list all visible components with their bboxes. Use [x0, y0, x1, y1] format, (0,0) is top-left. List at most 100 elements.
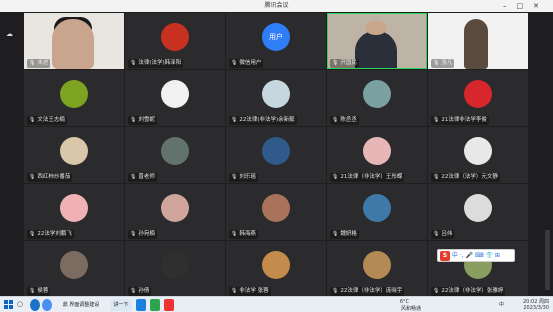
video-feed-person: [52, 19, 94, 69]
participant-tile[interactable]: 🎙 陈丞丞: [327, 70, 427, 126]
participant-tile[interactable]: 🎙 未进: [24, 13, 124, 69]
avatar: [464, 80, 492, 108]
participant-name-label: 吕伟: [441, 231, 453, 237]
avatar: [464, 194, 492, 222]
participant-name: 🎙 22法律（非法学）庞晓宇: [330, 287, 405, 296]
participant-name: 🎙 侯蓉: [27, 287, 51, 296]
participant-name-label: 22法律(非法学)余新懿: [239, 117, 295, 123]
taskbar-app-1[interactable]: 鼎 界面调整建设: [54, 299, 108, 311]
participant-name-label: 21法律非法学李俊: [441, 117, 487, 123]
participant-name-label: 韩海燕: [239, 231, 256, 237]
minimize-button[interactable]: –: [503, 2, 517, 10]
window-controls: –□✕: [503, 0, 549, 12]
participant-name-label: 22法律（非法学）庞晓宇: [340, 288, 403, 294]
participant-tile[interactable]: 🎙 张凡: [428, 13, 528, 69]
microphone-icon: 🎙: [231, 117, 238, 123]
participant-tile[interactable]: 🎙 22法学刘鹏飞: [24, 184, 124, 240]
wps-icon[interactable]: [164, 299, 174, 311]
avatar: [363, 80, 391, 108]
participant-tile[interactable]: 🎙 刘乐瑶: [226, 127, 326, 183]
microphone-icon: 🎙: [29, 174, 36, 180]
avatar: [262, 194, 290, 222]
participant-name-label: 刘雪妮: [138, 117, 155, 123]
avatar: [161, 251, 189, 279]
participant-tile[interactable]: 🎙 吕伟: [428, 184, 528, 240]
participant-tile[interactable]: 🎙 非法学 张蓉: [226, 241, 326, 297]
avatar: [363, 194, 391, 222]
ime-toolbar[interactable]: S 中 ·, 🎤 ⌨ 👕 ⊞: [437, 249, 515, 262]
participant-name: 🎙 21法律非法学李俊: [431, 116, 489, 125]
video-feed-person: [464, 19, 488, 69]
participant-tile[interactable]: 🎙 法律(法学)韩泽阳: [125, 13, 225, 69]
microphone-icon: 🎙: [231, 231, 238, 237]
participant-name-label: 法律(法学)韩泽阳: [138, 60, 182, 66]
close-button[interactable]: ✕: [533, 2, 549, 10]
participant-tile[interactable]: 🎙 开国民: [327, 13, 427, 69]
taskbar-app-2[interactable]: 讲一下: [110, 299, 132, 311]
participant-name: 🎙 22法学刘鹏飞: [27, 230, 74, 239]
windows-start-icon[interactable]: [4, 300, 13, 309]
participant-name-label: 西红柿炒番茄: [37, 174, 71, 180]
microphone-icon: 🎙: [29, 231, 36, 237]
avatar: [60, 194, 88, 222]
participant-tile[interactable]: 用户 🎙 微信用户: [226, 13, 326, 69]
participant-name: 🎙 文法王志楠: [27, 116, 67, 125]
participant-name: 🎙 孙宛楠: [128, 230, 157, 239]
participant-name-label: 刘乐瑶: [239, 174, 256, 180]
participant-name: 🎙 魏妍格: [330, 230, 359, 239]
microphone-icon: 🎙: [332, 117, 339, 123]
microphone-icon: 🎙: [29, 117, 36, 123]
participant-tile[interactable]: 🎙 魏妍格: [327, 184, 427, 240]
maximize-button[interactable]: □: [517, 2, 534, 10]
participant-tile[interactable]: 🎙 21法律（非法学）王彤蝶: [327, 127, 427, 183]
participant-tile[interactable]: 🎙 孙倩: [125, 241, 225, 297]
microphone-icon: 🎙: [332, 231, 339, 237]
participant-tile[interactable]: 🎙 21法律非法学李俊: [428, 70, 528, 126]
search-icon[interactable]: ○: [17, 300, 23, 308]
avatar: [60, 137, 88, 165]
weather-desc: 风和畅通: [400, 306, 421, 312]
microphone-icon: 🎙: [433, 117, 440, 123]
participant-name-label: 孙倩: [138, 288, 150, 294]
wechat-icon[interactable]: [150, 299, 160, 311]
avatar: [60, 251, 88, 279]
ime-tools[interactable]: 中 ·, 🎤 ⌨ 👕 ⊞: [452, 252, 500, 259]
clock[interactable]: 20:02 周四 2023/3/30: [509, 299, 549, 311]
participant-name: 🎙 22法律（法学）元文静: [431, 173, 500, 182]
participant-name-label: 文法王志楠: [37, 117, 65, 123]
participant-name: 🎙 西红柿炒番茄: [27, 173, 73, 182]
browser-icon[interactable]: [42, 299, 52, 311]
participant-tile[interactable]: 🎙 22法律（非法学）庞晓宇: [327, 241, 427, 297]
scrollbar[interactable]: [545, 230, 550, 290]
edge-icon[interactable]: [30, 299, 40, 311]
avatar: [161, 137, 189, 165]
participant-tile[interactable]: 🎙 晋老师: [125, 127, 225, 183]
participant-tile[interactable]: 🎙 孙宛楠: [125, 184, 225, 240]
participant-name-label: 21法律（非法学）王彤蝶: [340, 174, 403, 180]
participant-name-label: 未进: [37, 60, 49, 66]
taskbar-app-1-label: 鼎 界面调整建设: [62, 302, 100, 308]
meeting-app-icon[interactable]: [136, 299, 146, 311]
participant-tile[interactable]: 🎙 22法律(非法学)余新懿: [226, 70, 326, 126]
avatar: [161, 194, 189, 222]
participant-tile[interactable]: 🎙 韩海燕: [226, 184, 326, 240]
ime-language[interactable]: 中: [499, 302, 504, 308]
participant-name: 🎙 微信用户: [229, 59, 264, 68]
participant-name: 🎙 吕伟: [431, 230, 455, 239]
microphone-icon: 🎙: [231, 60, 238, 66]
avatar: [60, 80, 88, 108]
participant-tile[interactable]: 🎙 文法王志楠: [24, 70, 124, 126]
participant-tile[interactable]: 🎙 西红柿炒番茄: [24, 127, 124, 183]
microphone-icon: 🎙: [130, 231, 137, 237]
participant-tile[interactable]: 🎙 22法律（法学）元文静: [428, 127, 528, 183]
participant-tile[interactable]: 🎙 刘雪妮: [125, 70, 225, 126]
microphone-icon: 🎙: [29, 288, 36, 294]
microphone-icon: 🎙: [332, 174, 339, 180]
cloud-icon[interactable]: ☁: [6, 30, 13, 38]
participant-name-label: 微信用户: [239, 60, 262, 66]
microphone-icon: 🎙: [130, 288, 137, 294]
participant-tile[interactable]: 🎙 侯蓉: [24, 241, 124, 297]
microphone-icon: 🎙: [433, 174, 440, 180]
participant-name: 🎙 22法律（非法学）张雅婷: [431, 287, 506, 296]
taskbar-app-2-label: 讲一下: [113, 302, 129, 308]
